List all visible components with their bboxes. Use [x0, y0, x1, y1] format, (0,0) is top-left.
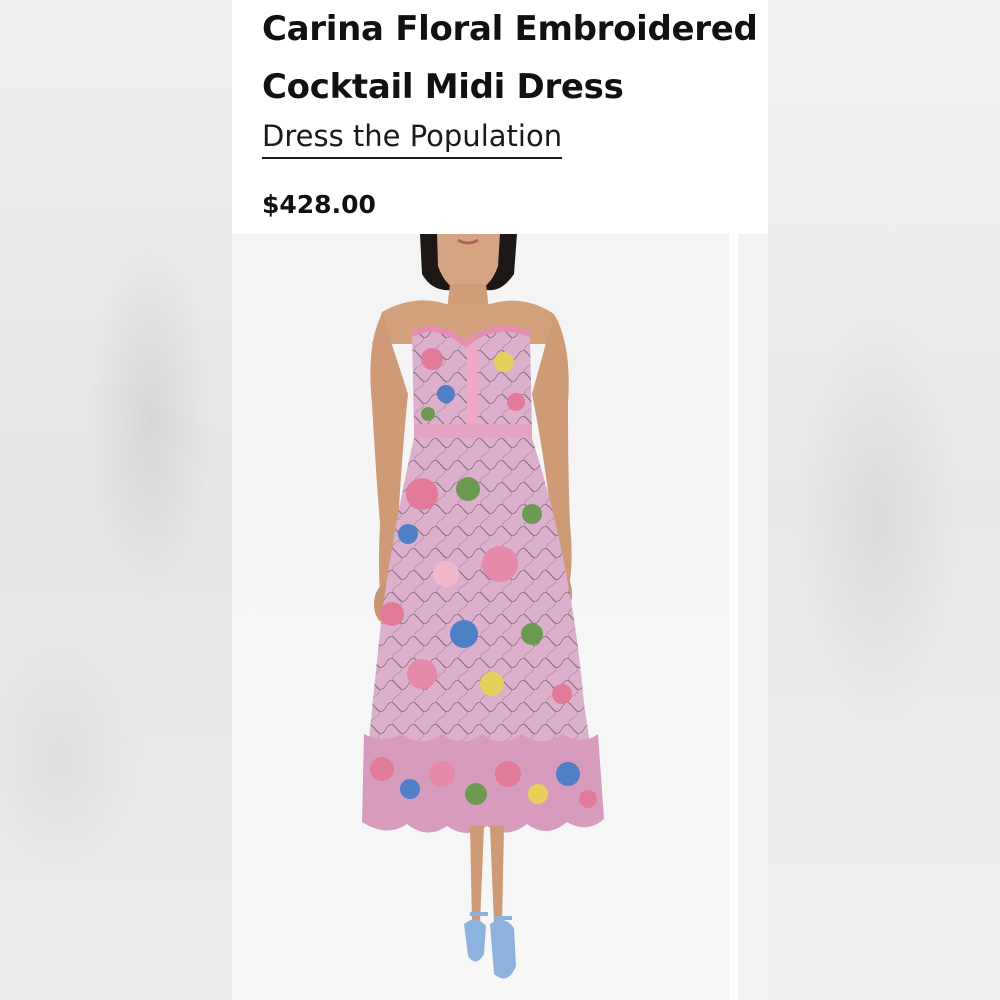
product-title: Carina Floral Embroidered Cocktail Midi … [262, 0, 772, 116]
product-price: $428.00 [262, 190, 376, 219]
product-image[interactable] [232, 234, 729, 1000]
brand-link[interactable]: Dress the Population [262, 116, 563, 159]
right-shoe [490, 919, 516, 979]
product-header: Carina Floral Embroidered Cocktail Midi … [232, 0, 768, 232]
blurred-background-right [768, 0, 1000, 1000]
screenshot-stage: Carina Floral Embroidered Cocktail Midi … [0, 0, 1000, 1000]
next-image-peek[interactable] [738, 234, 768, 1000]
dress-illustration [232, 234, 729, 1000]
product-card: Carina Floral Embroidered Cocktail Midi … [232, 0, 768, 1000]
product-title-line-1: Carina Floral Embroidered [262, 9, 758, 49]
blurred-background-left [0, 0, 232, 1000]
product-title-line-2: Cocktail Midi Dress [262, 67, 624, 107]
